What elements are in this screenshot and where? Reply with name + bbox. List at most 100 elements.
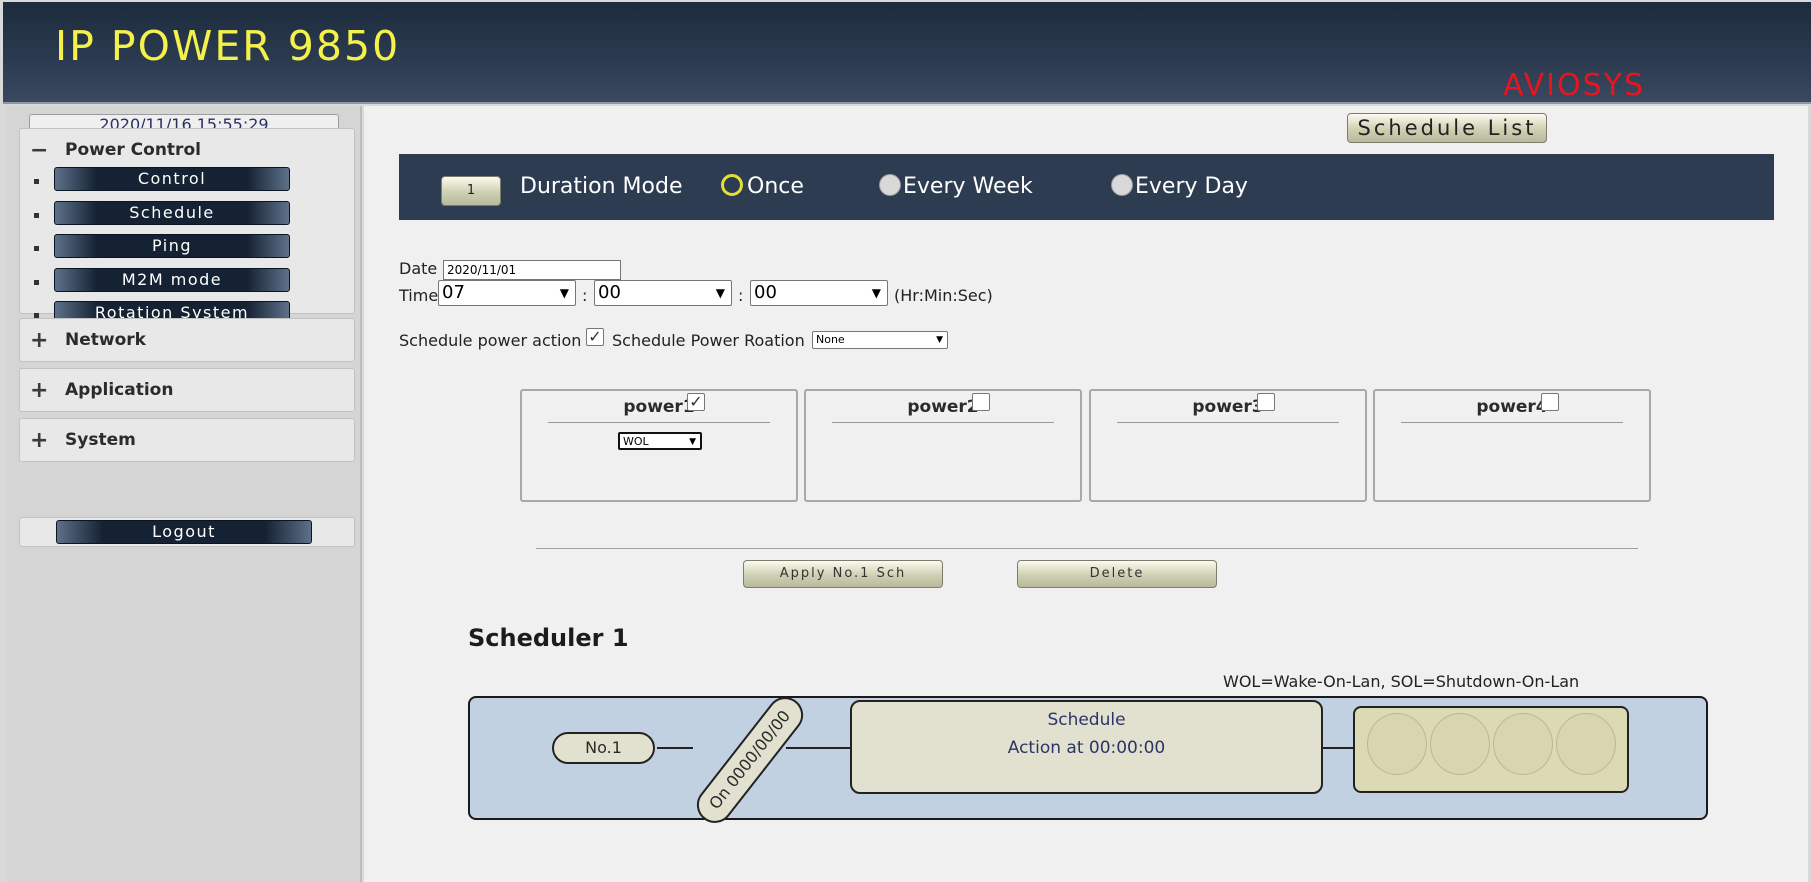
second-select[interactable]: 00 ▼ — [750, 280, 888, 306]
divider — [832, 422, 1054, 423]
power1-label: power1 — [623, 397, 695, 417]
sidebar-item-control: Control — [20, 167, 354, 197]
sidebar-item-schedule: Schedule — [20, 201, 354, 231]
hour-value: 07 — [442, 282, 465, 303]
power3-panel: power3 — [1089, 389, 1367, 502]
expand-icon: + — [30, 428, 49, 453]
sidebar-section-header-power-control[interactable]: − Power Control — [20, 129, 354, 171]
scheduler-diagram: No.1 On 0000/00/00 Schedule Action at 00… — [468, 689, 1708, 831]
minute-select[interactable]: 00 ▼ — [594, 280, 732, 306]
sidebar-section-application[interactable]: + Application — [19, 368, 355, 412]
hour-select[interactable]: 07 ▼ — [438, 280, 576, 306]
chevron-down-icon: ▼ — [871, 286, 881, 300]
schedule-no-pill: No.1 — [552, 732, 655, 764]
power4-title: power4 — [1375, 397, 1649, 417]
chevron-down-icon: ▼ — [715, 286, 725, 300]
divider — [548, 422, 770, 423]
sidebar-section-header-system[interactable]: + System — [20, 419, 354, 461]
power1-panel: power1 ✓ WOL ▼ — [520, 389, 798, 502]
schedule-power-action-checkbox[interactable]: ✓ — [586, 328, 604, 346]
time-format-hint: (Hr:Min:Sec) — [894, 286, 993, 305]
section-label: Application — [65, 380, 174, 400]
outlet-2-icon — [1430, 713, 1490, 775]
schedule-label: Schedule — [1047, 710, 1126, 730]
section-label: Power Control — [65, 140, 201, 160]
date-input[interactable]: 2020/11/01 — [443, 260, 621, 280]
schedule-action-box: Schedule Action at 00:00:00 — [850, 700, 1323, 794]
power3-checkbox[interactable] — [1257, 393, 1275, 411]
section-label: Network — [65, 330, 146, 350]
chevron-down-icon: ▼ — [936, 335, 943, 345]
divider — [1401, 422, 1623, 423]
once-label: Once — [747, 174, 804, 199]
power1-checkbox[interactable]: ✓ — [687, 393, 705, 411]
connector-line — [1323, 747, 1353, 749]
control-button[interactable]: Control — [54, 167, 290, 191]
time-separator: : — [582, 286, 588, 305]
connector-line — [786, 747, 850, 749]
sidebar-section-header-network[interactable]: + Network — [20, 319, 354, 361]
scheduler-title: Scheduler 1 — [468, 624, 629, 652]
power1-title: power1 — [522, 397, 796, 417]
company-logo-text: AVIOSYS — [1503, 68, 1645, 103]
section-label: System — [65, 430, 136, 450]
apply-schedule-button[interactable]: Apply No.1 Sch — [743, 560, 943, 588]
outlet-4-icon — [1556, 713, 1616, 775]
action-time-label: Action at 00:00:00 — [1007, 738, 1166, 758]
rotation-value: None — [816, 333, 845, 346]
power1-action-select[interactable]: WOL ▼ — [618, 432, 702, 450]
expand-icon: + — [30, 378, 49, 403]
power3-title: power3 — [1091, 397, 1365, 417]
power2-panel: power2 — [804, 389, 1082, 502]
date-label: Date — [399, 259, 438, 278]
ping-button[interactable]: Ping — [54, 234, 290, 258]
duration-mode-title: Duration Mode — [520, 174, 683, 199]
bullet-icon — [34, 246, 39, 251]
sidebar-section-header-application[interactable]: + Application — [20, 369, 354, 411]
outlets-panel — [1353, 706, 1629, 793]
logout-button[interactable]: Logout — [56, 520, 312, 544]
connector-line — [657, 747, 693, 749]
every-week-label: Every Week — [903, 174, 1033, 199]
time-separator: : — [738, 286, 744, 305]
m2m-mode-button[interactable]: M2M mode — [54, 268, 290, 292]
rotation-select[interactable]: None ▼ — [812, 331, 948, 349]
divider — [1117, 422, 1339, 423]
power2-checkbox[interactable] — [972, 393, 990, 411]
power3-label: power3 — [1192, 397, 1264, 417]
schedule-list-button[interactable]: Schedule List — [1347, 113, 1547, 143]
outlet-1-icon — [1367, 713, 1427, 775]
sidebar-section-system[interactable]: + System — [19, 418, 355, 462]
power4-panel: power4 — [1373, 389, 1651, 502]
every-day-label: Every Day — [1135, 174, 1248, 199]
schedule-button[interactable]: Schedule — [54, 201, 290, 225]
divider — [536, 548, 1638, 549]
schedule-number-button[interactable]: 1 — [441, 176, 501, 206]
header-bar: IP POWER 9850 AVIOSYS — [3, 2, 1811, 104]
bullet-icon — [34, 179, 39, 184]
power4-checkbox[interactable] — [1541, 393, 1559, 411]
once-radio[interactable] — [721, 174, 743, 196]
expand-icon: + — [30, 328, 49, 353]
sidebar-section-network[interactable]: + Network — [19, 318, 355, 362]
collapse-icon: − — [30, 138, 49, 163]
power1-action-value: WOL — [623, 435, 649, 448]
sidebar-item-ping: Ping — [20, 234, 354, 264]
time-label: Time — [399, 286, 439, 305]
power2-label: power2 — [907, 397, 979, 417]
second-value: 00 — [754, 282, 777, 303]
on-date-pill: On 0000/00/00 — [689, 689, 811, 831]
outlet-3-icon — [1493, 713, 1553, 775]
minute-value: 00 — [598, 282, 621, 303]
schedule-power-action-label: Schedule power action — [399, 331, 582, 350]
every-week-radio[interactable] — [879, 174, 901, 196]
sidebar-item-m2m-mode: M2M mode — [20, 268, 354, 298]
every-day-radio[interactable] — [1111, 174, 1133, 196]
product-title: IP POWER 9850 — [55, 22, 401, 70]
sidebar-section-power-control: − Power Control Control Schedule Ping M2… — [19, 128, 355, 325]
power2-title: power2 — [806, 397, 1080, 417]
chevron-down-icon: ▼ — [559, 286, 569, 300]
sidebar-logout-container: Logout — [19, 517, 355, 547]
delete-button[interactable]: Delete — [1017, 560, 1217, 588]
bullet-icon — [34, 280, 39, 285]
